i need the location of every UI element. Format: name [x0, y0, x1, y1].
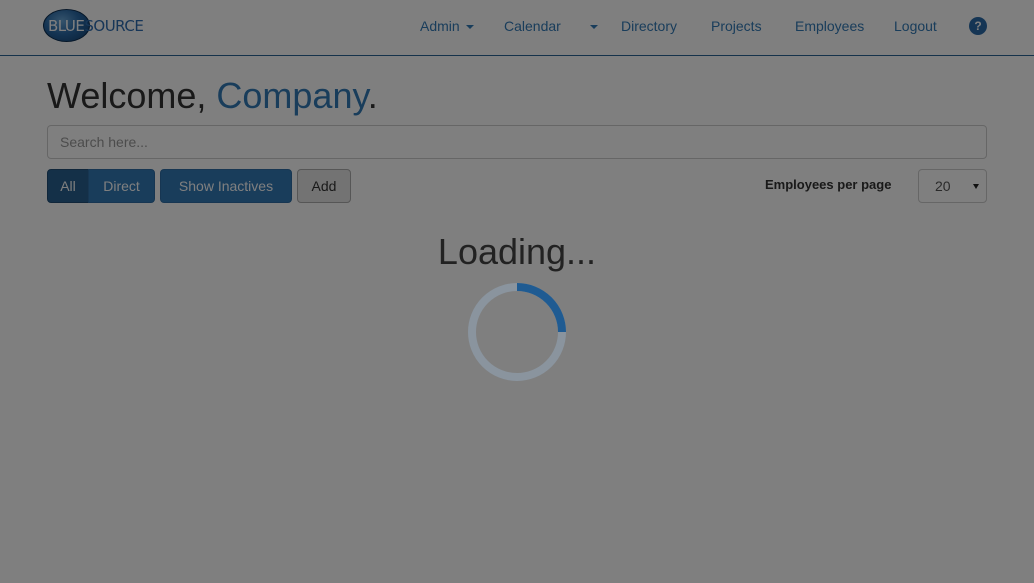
- spinner-icon: [468, 283, 566, 381]
- spinner-arc: [516, 283, 566, 333]
- loading-text: Loading...: [437, 231, 597, 272]
